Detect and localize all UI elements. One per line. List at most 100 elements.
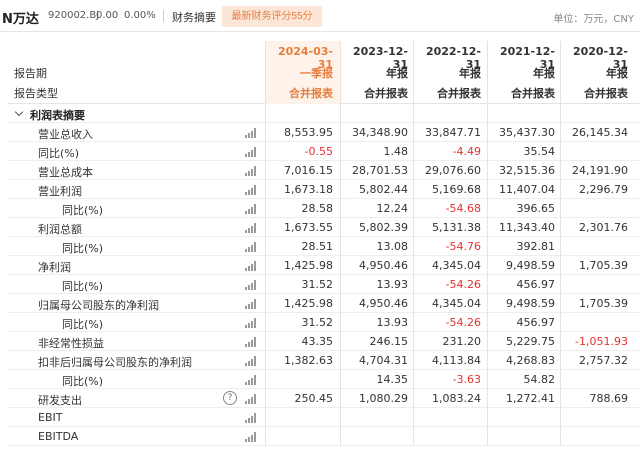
- table-cell: 13.08: [376, 240, 409, 253]
- table-cell: -4.49: [452, 145, 481, 158]
- bar-chart-icon[interactable]: [245, 375, 257, 385]
- bar-chart-icon[interactable]: [245, 299, 257, 309]
- table-cell: 5,802.44: [359, 183, 408, 196]
- bar-chart-icon[interactable]: [245, 394, 257, 404]
- bar-chart-icon[interactable]: [245, 318, 257, 328]
- column-divider: [340, 41, 341, 446]
- chevron-down-icon[interactable]: [14, 107, 24, 117]
- stock-price: 0.00: [96, 10, 119, 21]
- table-cell: 1,272.41: [506, 392, 555, 405]
- table-cell: 11,407.04: [499, 183, 555, 196]
- table-cell: 456.97: [516, 316, 556, 329]
- table-cell: 1,080.29: [359, 392, 408, 405]
- table-cell: 246.15: [369, 335, 409, 348]
- financial-score-button[interactable]: 最新财务评分55分: [222, 6, 322, 27]
- bar-chart-icon[interactable]: [245, 242, 257, 252]
- row-label: 同比(%): [62, 242, 104, 255]
- row-label: 扣非后归属母公司股东的净利润: [38, 356, 192, 369]
- table-cell: 1,705.39: [579, 297, 628, 310]
- table-cell: -54.76: [445, 240, 481, 253]
- table-cell: 392.81: [516, 240, 556, 253]
- table-row: EBIT: [8, 408, 640, 427]
- bar-chart-icon[interactable]: [245, 128, 257, 138]
- column-ptype: 年报: [533, 67, 555, 80]
- table-cell: 54.82: [523, 373, 556, 386]
- table-cell: 1,425.98: [284, 259, 333, 272]
- table-cell: -0.55: [304, 145, 333, 158]
- row-label: 非经常性损益: [38, 337, 104, 350]
- table-cell: 26,145.34: [572, 126, 628, 139]
- bar-chart-icon[interactable]: [245, 223, 257, 233]
- label-report-type: 报告类型: [14, 87, 58, 100]
- bar-chart-icon[interactable]: [245, 166, 257, 176]
- table-cell: 43.35: [301, 335, 334, 348]
- section-income-summary[interactable]: 利润表摘要: [8, 104, 640, 123]
- table-cell: 31.52: [301, 316, 334, 329]
- row-label: EBITDA: [38, 430, 79, 443]
- table-row: 利润总额 1,673.55 5,802.39 5,131.38 11,343.40 2,3…: [8, 218, 640, 237]
- row-label: 同比(%): [62, 375, 104, 388]
- column-divider: [560, 41, 561, 446]
- table-cell: 2,757.32: [579, 354, 628, 367]
- table-cell: 788.69: [589, 392, 629, 405]
- table-cell: 5,131.38: [432, 221, 481, 234]
- table-body: 营业总收入 8,553.95 34,348.90 33,847.71 35,437.30…: [8, 123, 640, 446]
- table-cell: -54.26: [445, 278, 481, 291]
- bar-chart-icon[interactable]: [245, 413, 257, 423]
- tab-financial-summary[interactable]: 财务摘要: [172, 9, 216, 25]
- table-cell: 1,673.18: [284, 183, 333, 196]
- bar-chart-icon[interactable]: [245, 185, 257, 195]
- bar-chart-icon[interactable]: [245, 261, 257, 271]
- table-cell: 32,515.36: [499, 164, 555, 177]
- table-cell: 33,847.71: [425, 126, 481, 139]
- table-cell: 1,382.63: [284, 354, 333, 367]
- table-cell: 1,083.24: [432, 392, 481, 405]
- column-ptype: 年报: [459, 67, 481, 80]
- bar-chart-icon[interactable]: [245, 432, 257, 442]
- table-cell: 2,296.79: [579, 183, 628, 196]
- table-cell: 231.20: [442, 335, 482, 348]
- table-cell: 4,950.46: [359, 297, 408, 310]
- question-circle-icon[interactable]: ?: [223, 391, 237, 405]
- table-cell: 4,113.84: [432, 354, 481, 367]
- table-row: 同比(%) -0.55 1.48 -4.49 35.54: [8, 142, 640, 161]
- table-cell: 28.58: [301, 202, 334, 215]
- bar-chart-icon[interactable]: [245, 280, 257, 290]
- table-row: 归属母公司股东的净利润 1,425.98 4,950.46 4,345.04 9,498…: [8, 294, 640, 313]
- bar-chart-icon[interactable]: [245, 356, 257, 366]
- row-label: 同比(%): [62, 318, 104, 331]
- column-rtype: 合并报表: [289, 87, 333, 100]
- table-cell: -54.26: [445, 316, 481, 329]
- table-cell: 35.54: [523, 145, 556, 158]
- table-cell: 35,437.30: [499, 126, 555, 139]
- column-divider: [487, 41, 488, 446]
- row-label: 研发支出: [38, 394, 82, 407]
- table-cell: 456.97: [516, 278, 556, 291]
- section-title: 利润表摘要: [30, 109, 85, 122]
- table-cell: 7,016.15: [284, 164, 333, 177]
- table-cell: 24,191.90: [572, 164, 628, 177]
- table-row: EBITDA: [8, 427, 640, 446]
- stock-name: N万达: [2, 12, 39, 27]
- table-cell: 28,701.53: [352, 164, 408, 177]
- table-cell: 2,301.76: [579, 221, 628, 234]
- row-label: 营业总成本: [38, 166, 93, 179]
- stock-change: 0.00%: [124, 10, 156, 21]
- bar-chart-icon[interactable]: [245, 337, 257, 347]
- table-row: 同比(%) 28.58 12.24 -54.68 396.65: [8, 199, 640, 218]
- unit-label: 单位：万元，CNY: [553, 14, 634, 25]
- table-cell: 396.65: [516, 202, 556, 215]
- row-label: 同比(%): [62, 204, 104, 217]
- bar-chart-icon[interactable]: [245, 147, 257, 157]
- table-cell: -3.63: [452, 373, 481, 386]
- table-cell: 4,345.04: [432, 259, 481, 272]
- table-cell: 9,498.59: [506, 259, 555, 272]
- table-cell: 4,950.46: [359, 259, 408, 272]
- table-row: 非经常性损益 43.35 246.15 231.20 5,229.75 -1,051.93: [8, 332, 640, 351]
- table-row: 同比(%) 31.52 13.93 -54.26 456.97: [8, 313, 640, 332]
- table-cell: 14.35: [376, 373, 409, 386]
- table-row: 营业总收入 8,553.95 34,348.90 33,847.71 35,437.30…: [8, 123, 640, 142]
- bar-chart-icon[interactable]: [245, 204, 257, 214]
- table-cell: 5,169.68: [432, 183, 481, 196]
- table-cell: 34,348.90: [352, 126, 408, 139]
